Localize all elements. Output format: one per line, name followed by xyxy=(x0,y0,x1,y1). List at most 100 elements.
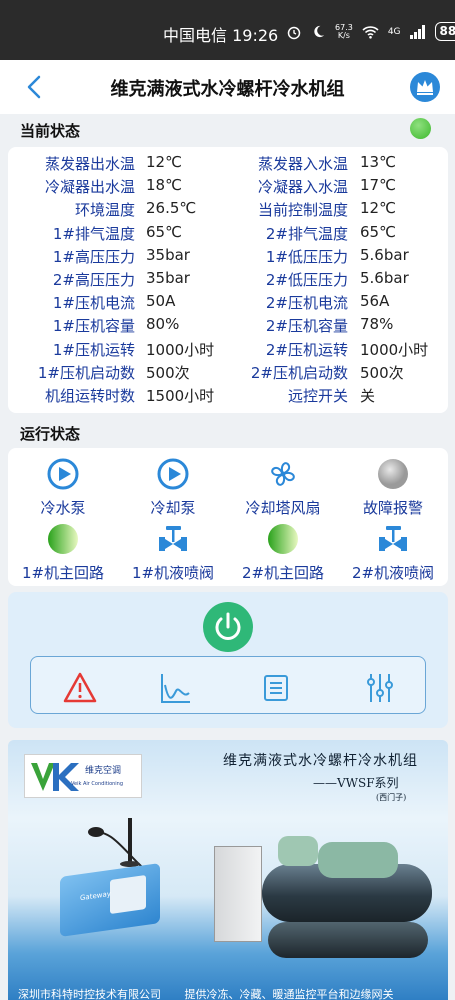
current-status-heading: 当前状态 xyxy=(20,122,81,140)
page-title: 维克满液式水冷螺杆冷水机组 xyxy=(110,79,345,100)
status-label: 冷凝器入水温 xyxy=(257,178,348,197)
status-value: 500次 xyxy=(146,363,190,382)
status-value: 35bar xyxy=(146,269,190,287)
status-label: 1#高压压力 xyxy=(52,247,135,266)
logo-cn: 维克空调 xyxy=(85,766,122,776)
status-label: 1#低压压力 xyxy=(265,247,348,266)
device-label: Gateway xyxy=(80,889,111,903)
status-value: 65℃ xyxy=(360,222,396,241)
op-label: 2#机液喷阀 xyxy=(351,564,435,582)
status-row: 1#高压压力 35bar 1#低压压力 5.6bar xyxy=(8,246,448,269)
circuit-indicator-icon xyxy=(48,524,78,554)
op-label: 1#机液喷阀 xyxy=(131,564,215,582)
current-status-card: 蒸发器出水温 12℃ 蒸发器入水温 13℃ 冷凝器出水温 18℃ 冷凝器入水温 17℃ 环境温度… xyxy=(8,147,448,413)
op-unit1-main-circuit: 1#机主回路 xyxy=(8,523,118,583)
op-fault-alarm: 故障报警 xyxy=(338,458,448,518)
status-label: 冷凝器出水温 xyxy=(44,178,135,197)
do-not-disturb-icon xyxy=(314,25,325,38)
op-cooling-pump: 冷却泵 xyxy=(118,458,228,518)
status-label: 2#排气温度 xyxy=(265,224,348,243)
operation-status-card: 冷水泵 冷却泵 冷却塔风扇 故障报警 1#机主回路 1#机液喷阀 2#机主回路 … xyxy=(8,448,448,586)
status-row: 机组运转时数 1500小时 远控开关关 xyxy=(8,385,448,408)
valve-icon xyxy=(159,526,187,551)
valve-icon xyxy=(379,526,407,551)
status-value: 13℃ xyxy=(360,153,396,171)
status-value: 12℃ xyxy=(360,199,396,218)
status-label: 2#压机容量 xyxy=(265,317,348,336)
status-label: 1#压机容量 xyxy=(52,317,135,336)
status-value: 56A xyxy=(360,292,390,311)
circuit-indicator-icon xyxy=(268,524,298,554)
op-label: 故障报警 xyxy=(362,499,423,517)
wifi-icon xyxy=(362,25,379,39)
list-icon[interactable] xyxy=(259,671,293,705)
power-button[interactable] xyxy=(203,602,253,652)
battery-level: 88 xyxy=(434,22,455,41)
status-row: 2#高压压力 35bar 2#低压压力 5.6bar xyxy=(8,269,448,292)
status-value: 26.5℃ xyxy=(146,199,197,218)
network-type: 4G xyxy=(387,26,401,37)
status-value: 50A xyxy=(146,292,176,311)
power-icon xyxy=(215,612,241,640)
status-label: 2#高压压力 xyxy=(52,271,135,289)
warning-icon[interactable] xyxy=(63,671,97,705)
system-status-bar: 中国电信 19:26 67.3 K/s 4G 88 xyxy=(0,0,455,60)
alarm-clock-icon xyxy=(287,26,301,39)
op-unit2-liquid-valve: 2#机液喷阀 xyxy=(338,523,448,583)
settings-sliders-icon[interactable] xyxy=(363,671,397,705)
signal-icon xyxy=(409,24,425,39)
status-value: 35bar xyxy=(146,245,190,264)
banner-footer: 深圳市科特时控技术有限公司 提供冷冻、冷藏、暖通监控平台和边缘网关 xyxy=(18,986,394,1000)
tool-row xyxy=(30,656,426,714)
status-label: 2#压机运转 xyxy=(265,340,348,359)
status-label: 蒸发器入水温 xyxy=(257,155,348,173)
app-bar: 维克满液式水冷螺杆冷水机组 xyxy=(0,60,455,114)
carrier-time: 中国电信 19:26 xyxy=(163,26,279,45)
status-value: 17℃ xyxy=(360,176,396,195)
status-value: 18℃ xyxy=(146,176,182,195)
op-unit2-main-circuit: 2#机主回路 xyxy=(228,523,338,583)
status-label: 当前控制温度 xyxy=(257,201,348,220)
banner-subtitle-2: (西门子) xyxy=(376,793,407,802)
op-unit1-liquid-valve: 1#机液喷阀 xyxy=(118,523,228,583)
banner-subtitle: ——VWSF系列 xyxy=(313,776,399,790)
status-value: 1500小时 xyxy=(146,387,215,405)
status-row: 环境温度 26.5℃ 当前控制温度 12℃ xyxy=(8,199,448,222)
status-label: 环境温度 xyxy=(74,201,135,220)
fan-icon xyxy=(271,462,295,486)
status-label: 2#压机启动数 xyxy=(250,363,348,382)
online-status-indicator xyxy=(410,118,431,139)
operation-status-heading: 运行状态 xyxy=(20,425,81,443)
status-row: 1#排气温度 65℃ 2#排气温度 65℃ xyxy=(8,223,448,246)
status-row: 蒸发器出水温 12℃ 蒸发器入水温 13℃ xyxy=(8,153,448,176)
status-label: 蒸发器出水温 xyxy=(44,155,135,173)
chiller-unit-image xyxy=(208,824,438,974)
promo-banner: 维克空调 Veik Air Conditioning 维克满液式水冷螺杆冷水机组… xyxy=(8,740,448,1000)
status-label: 1#排气温度 xyxy=(52,224,135,243)
op-label: 冷却塔风扇 xyxy=(245,499,321,517)
vk-logo-icon xyxy=(31,763,79,791)
status-value: 1000小时 xyxy=(146,340,215,359)
status-label: 1#压机运转 xyxy=(52,340,135,359)
status-row: 1#压机启动数 500次 2#压机启动数 500次 xyxy=(8,362,448,385)
op-label: 1#机主回路 xyxy=(21,564,105,582)
crown-button[interactable] xyxy=(410,72,440,102)
play-icon xyxy=(157,458,189,490)
banner-title: 维克满液式水冷螺杆冷水机组 xyxy=(223,753,418,769)
status-label: 机组运转时数 xyxy=(44,387,135,405)
control-panel xyxy=(8,592,448,728)
status-label: 1#压机启动数 xyxy=(37,363,135,382)
status-value: 78% xyxy=(360,315,394,334)
status-row: 1#压机运转 1000小时 2#压机运转 1000小时 xyxy=(8,339,448,362)
op-cooling-tower-fan: 冷却塔风扇 xyxy=(228,458,338,518)
status-label: 1#压机电流 xyxy=(52,294,135,313)
play-icon xyxy=(47,458,79,490)
status-row: 1#压机电流 50A 2#压机电流 56A xyxy=(8,292,448,315)
status-value: 5.6bar xyxy=(360,245,409,264)
chart-icon[interactable] xyxy=(159,671,193,705)
footer-company: 深圳市科特时控技术有限公司 xyxy=(18,988,161,1000)
status-value: 500次 xyxy=(360,363,404,382)
op-label: 冷水泵 xyxy=(40,499,86,517)
logo-en: Veik Air Conditioning xyxy=(71,781,124,787)
alarm-indicator-icon xyxy=(378,459,408,489)
